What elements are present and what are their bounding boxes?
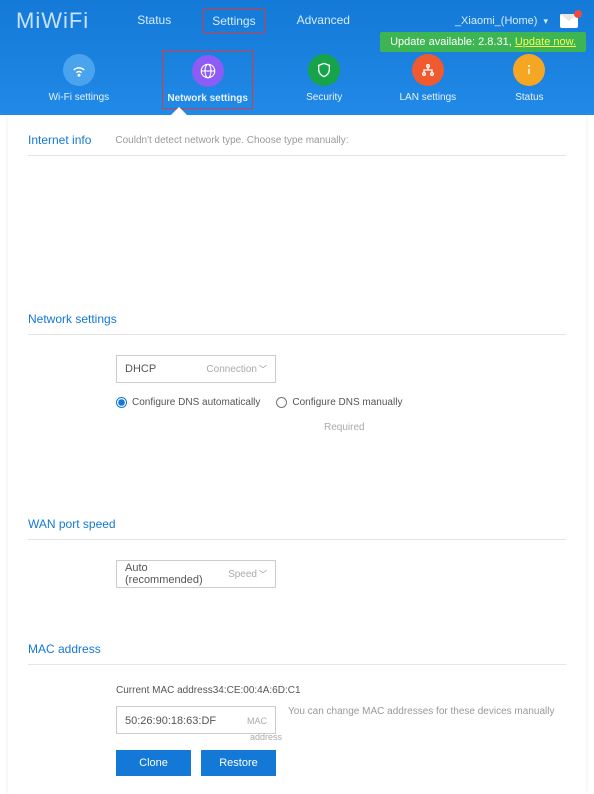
globe-icon — [192, 55, 224, 87]
account-name: _Xiaomi_(Home) — [455, 15, 538, 27]
account-menu[interactable]: _Xiaomi_(Home) ▾ — [455, 14, 578, 28]
internet-info-title: Internet info — [28, 133, 91, 147]
mail-icon[interactable] — [560, 14, 578, 28]
mac-current: Current MAC address34:CE:00:4A:6D:C1 — [116, 685, 566, 696]
dns-auto-radio[interactable]: Configure DNS automatically — [116, 397, 260, 408]
chevron-down-icon: ▾ — [543, 16, 548, 27]
info-icon — [513, 54, 545, 86]
dns-manual-radio[interactable]: Configure DNS manually — [276, 397, 402, 408]
wan-title: WAN port speed — [28, 517, 116, 531]
restore-button[interactable]: Restore — [201, 750, 276, 776]
chevron-down-icon: ﹀ — [259, 364, 267, 375]
mac-title: MAC address — [28, 642, 101, 656]
nav-advanced[interactable]: Advanced — [289, 9, 358, 33]
mac-input[interactable]: 50:26:90:18:63:DF MAC — [116, 706, 276, 734]
nav-settings[interactable]: Settings — [203, 9, 264, 33]
update-now-link[interactable]: Update now. — [515, 36, 576, 48]
clone-button[interactable]: Clone — [116, 750, 191, 776]
shield-icon — [308, 54, 340, 86]
connection-select[interactable]: DHCP Connection ﹀ — [116, 355, 276, 383]
network-settings-title: Network settings — [28, 312, 117, 326]
internet-info-note: Couldn't detect network type. Choose typ… — [115, 135, 348, 146]
wifi-icon — [63, 54, 95, 86]
subnav-lan[interactable]: LAN settings — [395, 50, 460, 107]
mac-note: You can change MAC addresses for these d… — [288, 706, 554, 717]
wan-speed-select[interactable]: Auto (recommended) Speed ﹀ — [116, 560, 276, 588]
chevron-down-icon: ﹀ — [259, 569, 267, 580]
subnav-network[interactable]: Network settings — [162, 50, 253, 109]
nav-status[interactable]: Status — [129, 9, 179, 33]
update-banner: Update available: 2.8.31, Update now. — [380, 32, 586, 52]
subnav-status[interactable]: Status — [509, 50, 549, 107]
required-label: Required — [324, 422, 566, 433]
lan-icon — [412, 54, 444, 86]
logo: MiWiFi — [16, 8, 89, 34]
subnav-security[interactable]: Security — [302, 50, 346, 107]
subnav-wifi[interactable]: Wi-Fi settings — [45, 50, 114, 107]
